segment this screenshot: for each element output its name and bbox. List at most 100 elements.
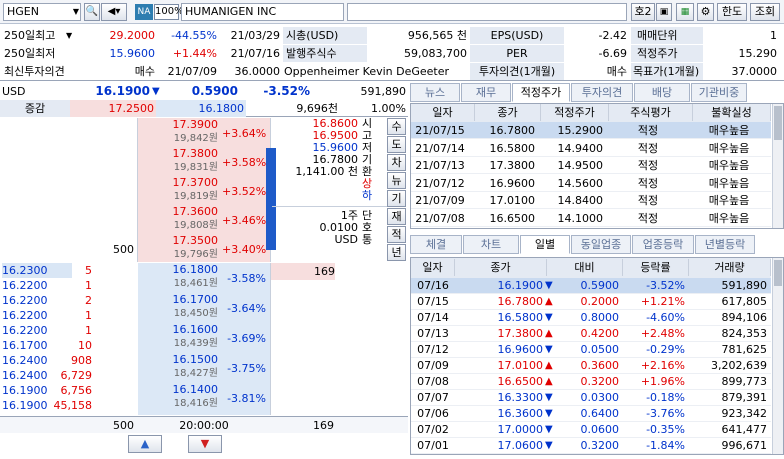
top-tabs: 뉴스 재무 적정주가 투자의견 배당 기관비중 <box>410 83 784 103</box>
side-button[interactable]: 기 <box>387 190 406 207</box>
fair-cell: 21/07/13 <box>415 159 465 172</box>
bid-sum: 169 <box>313 419 334 432</box>
bid-price[interactable]: 16.1800 <box>138 263 219 277</box>
bid-price[interactable]: 16.1700 <box>138 293 219 307</box>
ask-krw: 19,808원 <box>173 220 218 231</box>
table-row[interactable]: 07/14 16.5800 ▼ 0.8000 -4.60% 894,106 <box>411 310 771 326</box>
arrow-up-icon: ▲ <box>545 296 553 307</box>
daily-scrollbar[interactable] <box>772 258 783 454</box>
excel-icon[interactable]: ▦ <box>676 3 694 21</box>
na-badge: NA <box>135 4 153 20</box>
daily-volume: 894,106 <box>721 311 768 324</box>
tick-qty: 1 <box>85 279 92 292</box>
fair-cell: 적정 <box>637 141 659 155</box>
label-fair-price: 적정주가 <box>631 45 703 62</box>
table-row[interactable]: 07/07 16.3300 ▼ 0.0300 -0.18% 879,391 <box>411 390 771 406</box>
speaker-icon[interactable]: ◀▾ <box>101 3 127 21</box>
tab-fair-price[interactable]: 적정주가 <box>512 83 570 102</box>
ask-price[interactable]: 17.3900 <box>138 118 219 132</box>
table-row[interactable]: 07/16 16.1900 ▼ 0.5900 -3.52% 591,890 <box>411 278 771 294</box>
tab-sector-rank[interactable]: 업종등락 <box>632 235 694 254</box>
tab-trade[interactable]: 체결 <box>410 235 462 254</box>
company-name: HUMANIGEN INC <box>181 3 344 21</box>
fair-cell: 적정 <box>637 211 659 225</box>
fair-cell: 14.9400 <box>557 141 604 155</box>
table-row[interactable]: 07/08 16.6500 ▲ 0.3200 +1.96% 899,773 <box>411 374 771 390</box>
table-row[interactable]: 21/07/15 16.7800 15.2900 적정 매우높음 <box>411 122 771 139</box>
ask-price[interactable]: 17.3500 <box>138 234 219 248</box>
tab-daily[interactable]: 일별 <box>520 235 570 254</box>
fair-cell: 적정 <box>637 194 659 207</box>
ratio: 1.00% <box>371 102 406 115</box>
side-button[interactable]: 차 <box>387 154 406 171</box>
scroll-thumb[interactable] <box>774 106 782 140</box>
side-button[interactable]: 재 <box>387 208 406 225</box>
high-value: 16.8600 <box>312 118 359 130</box>
ask-price[interactable]: 17.3800 <box>138 147 219 161</box>
symbol-dropdown-icon[interactable]: ▼ <box>71 4 81 20</box>
side-button[interactable]: 뉴 <box>387 172 406 189</box>
side-button[interactable]: 수 <box>387 118 406 135</box>
arrow-down-icon: ▼ <box>152 86 160 97</box>
scroll-thumb[interactable] <box>774 260 782 286</box>
daily-rate: +2.16% <box>640 359 685 372</box>
fair-scrollbar[interactable] <box>772 104 783 228</box>
table-row[interactable]: 21/07/13 17.3800 14.9500 적정 매우높음 <box>411 157 771 174</box>
label-target-1m: 목표가(1개월) <box>631 63 703 80</box>
arrow-down-icon: ▼ <box>545 312 553 323</box>
query-button[interactable]: 조회 <box>750 3 780 21</box>
arrow-down-icon: ▼ <box>545 280 553 291</box>
opinion-target: 36.0000 <box>234 65 281 78</box>
tab-opinion[interactable]: 투자의견 <box>571 83 633 102</box>
table-row[interactable]: 21/07/12 16.9600 14.5600 적정 매우높음 <box>411 175 771 192</box>
fair-cell: 적정 <box>637 159 659 172</box>
side-button[interactable]: 년 <box>387 244 406 261</box>
side-button[interactable]: 도 <box>387 136 406 153</box>
low-rate: +1.44% <box>172 47 217 60</box>
tab-inst[interactable]: 기관비중 <box>691 83 747 102</box>
tab-finance[interactable]: 재무 <box>461 83 511 102</box>
table-row[interactable]: 07/01 17.0600 ▼ 0.3200 -1.84% 996,671 <box>411 438 771 454</box>
table-row[interactable]: 07/15 16.7800 ▲ 0.2000 +1.21% 617,805 <box>411 294 771 310</box>
table-row[interactable]: 07/06 16.3600 ▼ 0.6400 -3.76% 923,342 <box>411 406 771 422</box>
limit-button[interactable]: 한도 <box>717 3 747 21</box>
tab-dividend[interactable]: 배당 <box>634 83 690 102</box>
gear-icon[interactable]: ⚙ <box>697 3 714 21</box>
scroll-down-button[interactable]: ▼ <box>188 435 222 453</box>
tab-news[interactable]: 뉴스 <box>410 83 460 102</box>
tab-chart[interactable]: 차트 <box>463 235 519 254</box>
table-row[interactable]: 07/02 17.0000 ▼ 0.0600 -0.35% 641,477 <box>411 422 771 438</box>
tab-same-sector[interactable]: 동일업종 <box>571 235 631 254</box>
bid-price[interactable]: 16.1500 <box>138 353 219 367</box>
ask-price[interactable]: 17.3700 <box>138 176 219 190</box>
table-row[interactable]: 21/07/14 16.5800 14.9400 적정 매우높음 <box>411 140 771 157</box>
daily-date: 07/14 <box>417 311 449 324</box>
table-row[interactable]: 21/07/08 16.6500 14.1000 적정 매우높음 <box>411 210 771 227</box>
tick-qty: 1 <box>85 324 92 337</box>
table-row[interactable]: 07/09 17.0100 ▲ 0.3600 +2.16% 3,202,639 <box>411 358 771 374</box>
search-icon[interactable]: 🔍 <box>84 3 100 21</box>
side-label-2: 단 <box>361 210 373 222</box>
tick-qty: 5 <box>85 264 92 277</box>
table-row[interactable]: 21/07/09 17.0100 14.8400 적정 매우높음 <box>411 192 771 209</box>
fair-cell: 매우높음 <box>708 176 750 190</box>
bid-price[interactable]: 16.1400 <box>138 383 219 397</box>
bid-list: 16.1800 18,461원 -3.58% 16.1700 18,450원 -3.64%… <box>138 263 270 415</box>
bid-price[interactable]: 16.1600 <box>138 323 219 337</box>
side-button[interactable]: 적 <box>387 226 406 243</box>
tab-yearly[interactable]: 년별등락 <box>695 235 755 254</box>
table-row[interactable]: 07/13 17.3800 ▲ 0.4200 +2.48% 824,353 <box>411 326 771 342</box>
symbol-input[interactable]: HGEN <box>3 3 81 21</box>
ask-price[interactable]: 17.3600 <box>138 205 219 219</box>
daily-volume: 923,342 <box>721 407 768 420</box>
daily-diff: 0.0500 <box>580 343 620 356</box>
scroll-up-button[interactable]: ▲ <box>128 435 162 453</box>
fair-cell: 21/07/08 <box>415 211 465 225</box>
dropdown-icon[interactable]: ▼ <box>66 27 78 44</box>
side-label: 고 <box>361 130 373 142</box>
label-shares: 발행주식수 <box>283 45 367 62</box>
ho2-button[interactable]: 호2 <box>631 3 655 21</box>
screen-icon[interactable]: ▣ <box>656 3 672 21</box>
daily-date: 07/07 <box>417 391 449 404</box>
table-row[interactable]: 07/12 16.9600 ▼ 0.0500 -0.29% 781,625 <box>411 342 771 358</box>
